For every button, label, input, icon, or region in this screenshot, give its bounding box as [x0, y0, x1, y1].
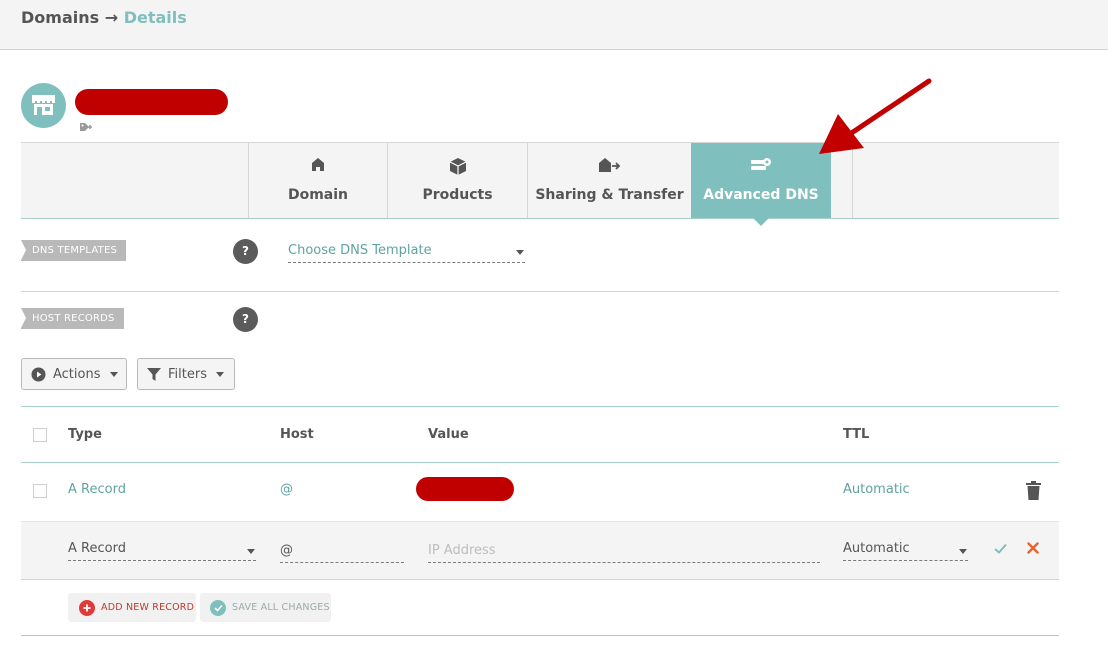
column-header-ttl[interactable]: TTL [843, 427, 869, 442]
actions-label: Actions [53, 366, 101, 382]
dns-template-select[interactable]: Choose DNS Template [288, 243, 525, 263]
table-bottom-border [21, 635, 1059, 636]
chevron-down-icon [109, 371, 118, 377]
host-records-label: HOST RECORDS [21, 308, 124, 329]
trash-icon[interactable] [1026, 481, 1041, 500]
filters-dropdown[interactable]: Filters [137, 358, 235, 390]
annotation-arrow [819, 78, 932, 154]
tab-domain[interactable]: Domain [248, 143, 387, 218]
dns-template-select-value: Choose DNS Template [288, 243, 432, 258]
server-settings-icon [751, 158, 771, 170]
add-tag-icon[interactable] [79, 122, 94, 137]
confirm-check-icon[interactable] [994, 543, 1007, 554]
breadcrumb-current: Details [123, 8, 187, 27]
ip-address-input[interactable]: IP Address [428, 543, 820, 563]
add-new-record-button[interactable]: ADD NEW RECORD [68, 593, 196, 622]
tab-advanced-dns-label: Advanced DNS [703, 187, 819, 203]
ttl-select[interactable]: Automatic [843, 541, 968, 561]
storefront-icon [32, 95, 55, 115]
column-header-host[interactable]: Host [280, 427, 314, 442]
record-type-select[interactable]: A Record [68, 541, 256, 561]
column-header-value[interactable]: Value [428, 427, 469, 442]
table-top-border [21, 406, 1059, 407]
house-transfer-icon [598, 158, 620, 172]
record-type[interactable]: A Record [68, 482, 126, 497]
home-icon [312, 158, 324, 171]
breadcrumb: Domains → Details [21, 8, 187, 27]
record-type-select-value: A Record [68, 541, 126, 556]
row-checkbox[interactable] [33, 484, 47, 498]
table-header-border [21, 462, 1059, 463]
divider [21, 291, 1059, 292]
add-new-record-label: ADD NEW RECORD [101, 602, 195, 613]
dns-templates-label: DNS TEMPLATES [21, 240, 127, 261]
column-header-type[interactable]: Type [68, 427, 102, 442]
host-input-value: @ [280, 543, 293, 558]
filter-icon [147, 367, 161, 381]
tab-sharing-transfer[interactable]: Sharing & Transfer [527, 143, 691, 218]
breadcrumb-separator: → [104, 8, 119, 27]
record-host[interactable]: @ [280, 482, 293, 497]
tab-sharing-transfer-label: Sharing & Transfer [535, 187, 684, 203]
filters-label: Filters [168, 366, 207, 382]
play-circle-icon [31, 367, 46, 381]
box-icon [449, 158, 466, 175]
ttl-select-value: Automatic [843, 541, 910, 556]
record-ttl[interactable]: Automatic [843, 482, 910, 497]
chevron-down-icon [516, 250, 524, 255]
select-all-checkbox[interactable] [33, 428, 47, 442]
cancel-x-icon[interactable] [1027, 542, 1039, 554]
tab-products[interactable]: Products [387, 143, 527, 218]
ip-address-placeholder: IP Address [428, 543, 496, 558]
plus-circle-icon [79, 599, 95, 616]
check-circle-icon [210, 599, 226, 616]
dns-templates-help-button[interactable]: ? [233, 239, 258, 264]
top-bar: Domains → Details [0, 0, 1108, 50]
domain-name-redacted [75, 89, 228, 115]
save-all-changes-label: SAVE ALL CHANGES [232, 602, 330, 613]
chevron-down-icon [959, 549, 967, 554]
tab-domain-label: Domain [287, 187, 349, 203]
chevron-down-icon [215, 371, 224, 377]
host-records-help-button[interactable]: ? [233, 307, 258, 332]
save-all-changes-button[interactable]: SAVE ALL CHANGES [200, 593, 331, 622]
actions-dropdown[interactable]: Actions [21, 358, 127, 390]
chevron-down-icon [247, 549, 255, 554]
host-input[interactable]: @ [280, 543, 404, 563]
breadcrumb-domains-link[interactable]: Domains [21, 8, 99, 27]
tab-products-label: Products [422, 187, 493, 203]
domain-avatar [21, 83, 66, 128]
record-value-redacted[interactable] [416, 477, 514, 501]
